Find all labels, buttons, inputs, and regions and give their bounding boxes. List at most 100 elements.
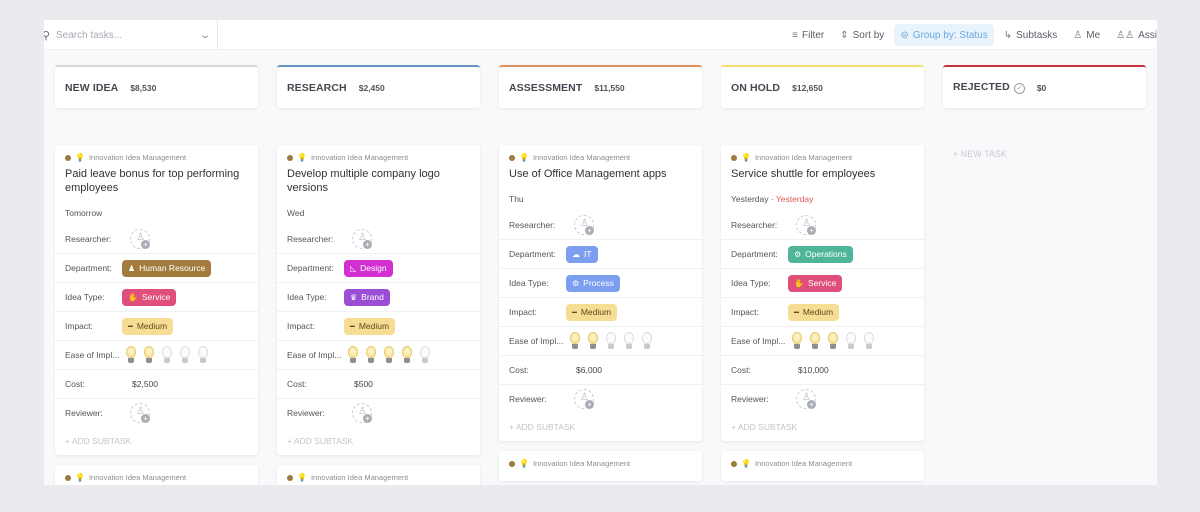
task-card[interactable]: 💡 Innovation Idea Management Use of Offi… xyxy=(499,145,702,441)
lightbulb-on-icon[interactable] xyxy=(382,345,396,365)
due-date[interactable]: Wed xyxy=(277,195,480,225)
column-on-hold: ON HOLD $12,650 💡 Innovation Idea Manage… xyxy=(721,65,924,481)
cost-value[interactable]: $500 xyxy=(354,379,373,389)
department-tag[interactable]: ◺ Design xyxy=(344,259,393,277)
lightbulb-off-icon[interactable] xyxy=(622,331,636,351)
add-reviewer-avatar[interactable]: ♙ + xyxy=(130,403,150,423)
card-breadcrumb: 💡 Innovation Idea Management xyxy=(55,465,258,482)
add-researcher-avatar[interactable]: ♙ + xyxy=(130,229,150,249)
lightbulb-off-icon[interactable] xyxy=(418,345,432,365)
assignees-button[interactable]: ♙♙ Assi xyxy=(1110,24,1157,46)
idea-type-label: Service xyxy=(141,292,171,302)
task-card[interactable]: 💡 Innovation Idea Management Develop mul… xyxy=(277,145,480,455)
add-subtask-button[interactable]: + ADD SUBTASK xyxy=(499,413,702,441)
impact-tag[interactable]: ━ Medium xyxy=(788,303,840,321)
lightbulb-off-icon[interactable] xyxy=(196,345,210,365)
field-label: Ease of Impl... xyxy=(65,350,120,360)
idea-type-tag[interactable]: ⚙ Process xyxy=(566,274,620,292)
add-reviewer-avatar[interactable]: ♙ + xyxy=(574,389,594,409)
filter-button[interactable]: ≡ Filter xyxy=(786,24,830,46)
lightbulb-on-icon[interactable] xyxy=(142,345,156,365)
field-cost: Cost: $500 xyxy=(277,369,480,398)
lightbulb-off-icon[interactable] xyxy=(844,331,858,351)
add-reviewer-avatar[interactable]: ♙ + xyxy=(352,403,372,423)
lightbulb-on-icon[interactable] xyxy=(586,331,600,351)
me-button[interactable]: ♙ Me xyxy=(1067,24,1106,46)
search-input[interactable]: Search tasks... xyxy=(56,30,201,41)
due-date[interactable]: Thu xyxy=(499,181,702,211)
cost-value[interactable]: $2,500 xyxy=(132,379,158,389)
column-header[interactable]: ON HOLD $12,650 xyxy=(721,65,924,108)
task-title[interactable]: Develop multiple company logo versions xyxy=(277,162,480,195)
task-title[interactable]: Paid leave bonus for top performing empl… xyxy=(55,162,258,195)
due-date[interactable]: Tomorrow xyxy=(55,195,258,225)
task-card[interactable]: 💡 Innovation Idea Management Paid leave … xyxy=(55,145,258,455)
add-researcher-avatar[interactable]: ♙ + xyxy=(574,215,594,235)
lightbulb-icon: 💡 xyxy=(741,153,751,162)
lightbulb-on-icon[interactable] xyxy=(124,345,138,365)
ease-rating[interactable] xyxy=(124,345,210,365)
column-header[interactable]: NEW IDEA $8,530 xyxy=(55,65,258,108)
impact-tag[interactable]: ━ Medium xyxy=(122,317,174,335)
lightbulb-icon: 💡 xyxy=(75,153,85,162)
subtasks-button[interactable]: ↳ Subtasks xyxy=(998,24,1064,46)
impact-tag[interactable]: ━ Medium xyxy=(344,317,396,335)
status-dot xyxy=(509,154,515,161)
impact-tag[interactable]: ━ Medium xyxy=(566,303,618,321)
task-card-partial[interactable]: 💡 Innovation Idea Management xyxy=(499,451,702,481)
task-title[interactable]: Service shuttle for employees xyxy=(721,162,924,181)
new-task-button[interactable]: + NEW TASK xyxy=(953,149,1007,159)
column-header[interactable]: RESEARCH $2,450 xyxy=(277,65,480,108)
lightbulb-on-icon[interactable] xyxy=(826,331,840,351)
cost-value[interactable]: $10,000 xyxy=(798,365,829,375)
department-tag[interactable]: ♟ Human Resource xyxy=(122,259,212,277)
card-breadcrumb: 💡 Innovation Idea Management xyxy=(499,145,702,162)
ease-rating[interactable] xyxy=(346,345,432,365)
add-researcher-avatar[interactable]: ♙ + xyxy=(352,229,372,249)
idea-type-tag[interactable]: ♛ Brand xyxy=(344,288,390,306)
lightbulb-icon: 💡 xyxy=(75,473,85,482)
lightbulb-off-icon[interactable] xyxy=(862,331,876,351)
lightbulb-off-icon[interactable] xyxy=(178,345,192,365)
add-subtask-button[interactable]: + ADD SUBTASK xyxy=(277,427,480,455)
ease-rating[interactable] xyxy=(568,331,654,351)
add-subtask-button[interactable]: + ADD SUBTASK xyxy=(55,427,258,455)
add-researcher-avatar[interactable]: ♙ + xyxy=(796,215,816,235)
column-rejected: REJECTED ✓ $0 + NEW TASK xyxy=(943,65,1146,159)
ease-rating[interactable] xyxy=(790,331,876,351)
search-box[interactable]: ⚲ Search tasks... ⌄ xyxy=(44,20,218,50)
subtasks-label: Subtasks xyxy=(1016,29,1058,41)
due-date[interactable]: Yesterday - Yesterday xyxy=(721,181,924,211)
add-subtask-button[interactable]: + ADD SUBTASK xyxy=(721,413,924,441)
filter-label: Filter xyxy=(802,29,825,41)
column-header[interactable]: ASSESSMENT $11,550 xyxy=(499,65,702,108)
task-title[interactable]: Use of Office Management apps xyxy=(499,162,702,181)
cost-value[interactable]: $6,000 xyxy=(576,365,602,375)
lightbulb-on-icon[interactable] xyxy=(808,331,822,351)
add-reviewer-avatar[interactable]: ♙ + xyxy=(796,389,816,409)
department-tag[interactable]: ⚙ Operations xyxy=(788,245,853,263)
idea-type-tag[interactable]: ✋ Service xyxy=(122,288,177,306)
column-new-idea: NEW IDEA $8,530 💡 Innovation Idea Manage… xyxy=(55,65,258,485)
lightbulb-off-icon[interactable] xyxy=(604,331,618,351)
lightbulb-on-icon[interactable] xyxy=(400,345,414,365)
lightbulb-on-icon[interactable] xyxy=(346,345,360,365)
lightbulb-off-icon[interactable] xyxy=(160,345,174,365)
lightbulb-on-icon[interactable] xyxy=(790,331,804,351)
list-name: Innovation Idea Management xyxy=(532,459,631,468)
task-card-partial[interactable]: 💡 Innovation Idea Management xyxy=(55,465,258,485)
group-by-button[interactable]: ⊜ Group by: Status xyxy=(894,24,994,46)
task-card-partial[interactable]: 💡 Innovation Idea Management xyxy=(721,451,924,481)
sort-button[interactable]: ⇕ Sort by xyxy=(834,24,890,46)
chevron-down-icon[interactable]: ⌄ xyxy=(199,30,211,41)
task-card-partial[interactable]: 💡 Innovation Idea Management xyxy=(277,465,480,485)
task-card[interactable]: 💡 Innovation Idea Management Service shu… xyxy=(721,145,924,441)
column-header[interactable]: REJECTED ✓ $0 xyxy=(943,65,1146,108)
lightbulb-off-icon[interactable] xyxy=(640,331,654,351)
department-tag[interactable]: ☁ IT xyxy=(566,245,598,263)
lightbulb-on-icon[interactable] xyxy=(568,331,582,351)
field-department: Department: ⚙ Operations xyxy=(721,239,924,268)
column-assessment: ASSESSMENT $11,550 💡 Innovation Idea Man… xyxy=(499,65,702,481)
idea-type-tag[interactable]: ✋ Service xyxy=(788,274,843,292)
lightbulb-on-icon[interactable] xyxy=(364,345,378,365)
